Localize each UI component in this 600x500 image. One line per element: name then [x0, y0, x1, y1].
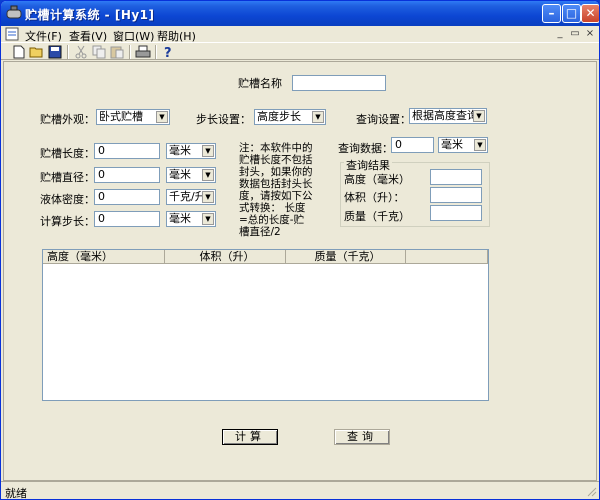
density-unit-value: 千克/升 — [169, 190, 206, 203]
result-table[interactable]: 高度（毫米） 体积（升） 质量（千克） — [42, 249, 489, 401]
step-unit-select[interactable]: 毫米 ▼ — [166, 211, 216, 227]
mdi-close-button[interactable]: × — [583, 28, 597, 40]
step-input[interactable]: 0 — [94, 211, 160, 227]
step-label: 计算步长： — [40, 215, 95, 228]
mdi-restore-button[interactable]: ▭ — [568, 28, 582, 40]
query-data-input[interactable]: 0 — [391, 137, 434, 153]
density-label: 液体密度： — [40, 193, 95, 206]
diameter-unit-select[interactable]: 毫米 ▼ — [166, 167, 216, 183]
density-unit-select[interactable]: 千克/升 ▼ — [166, 189, 216, 205]
query-data-unit-value: 毫米 — [441, 138, 463, 151]
appearance-label: 贮槽外观： — [40, 113, 95, 126]
length-unit-value: 毫米 — [169, 144, 191, 157]
minimize-button[interactable]: – — [542, 4, 561, 23]
chevron-down-icon: ▼ — [202, 145, 214, 157]
tank-app-icon — [6, 5, 22, 19]
query-setting-select-value: 根据高度查询 — [412, 109, 478, 122]
step-setting-select[interactable]: 高度步长 ▼ — [254, 109, 326, 125]
tank-name-label: 贮槽名称 — [238, 77, 282, 90]
length-label: 贮槽长度： — [40, 147, 95, 160]
step-setting-select-value: 高度步长 — [257, 110, 301, 123]
cut-icon[interactable] — [73, 45, 89, 59]
step-setting-label: 步长设置： — [196, 113, 251, 126]
calculate-button[interactable]: 计算 — [222, 429, 278, 445]
chevron-down-icon: ▼ — [156, 111, 168, 123]
column-header-filler — [406, 250, 488, 264]
save-icon[interactable] — [47, 45, 63, 59]
query-data-label: 查询数据： — [338, 142, 393, 155]
appearance-select-value: 卧式贮槽 — [99, 110, 143, 123]
menu-bar: 文件(F) 查看(V) 窗口(W) 帮助(H) _ ▭ × — [1, 26, 599, 43]
chevron-down-icon: ▼ — [473, 110, 485, 122]
close-button[interactable]: ✕ — [581, 4, 599, 23]
result-volume-label: 体积（升）： — [344, 191, 405, 204]
maximize-button[interactable]: □ — [562, 4, 581, 23]
chevron-down-icon: ▼ — [312, 111, 324, 123]
result-mass-field[interactable] — [430, 205, 482, 221]
toolbar-separator — [129, 45, 131, 59]
help-icon[interactable]: ? — [160, 45, 176, 59]
chevron-down-icon: ▼ — [474, 139, 486, 151]
window-title: 贮槽计算系统 - [Hy1] — [25, 8, 155, 22]
mdi-minimize-button[interactable]: _ — [553, 28, 567, 40]
svg-text:?: ? — [164, 46, 172, 59]
appearance-select[interactable]: 卧式贮槽 ▼ — [96, 109, 170, 125]
resize-grip-icon[interactable] — [587, 487, 597, 497]
step-unit-value: 毫米 — [169, 212, 191, 225]
chevron-down-icon: ▼ — [202, 213, 214, 225]
query-setting-select[interactable]: 根据高度查询 ▼ — [409, 108, 487, 124]
tank-name-input[interactable] — [292, 75, 386, 91]
diameter-unit-value: 毫米 — [169, 168, 191, 181]
length-conversion-note: 注：本软件中的贮槽长度不包括封头，如果你的数据包括封头长度，请按如下公式转换： … — [239, 142, 313, 238]
form-area: 贮槽名称 贮槽外观： 卧式贮槽 ▼ 步长设置： 高度步长 ▼ 查询设置： 根据高… — [3, 61, 597, 481]
result-volume-field[interactable] — [430, 187, 482, 203]
density-input[interactable]: 0 — [94, 189, 160, 205]
status-text: 就绪 — [5, 487, 27, 500]
result-mass-label: 质量（千克） — [344, 210, 410, 223]
length-input[interactable]: 0 — [94, 143, 160, 159]
open-icon[interactable] — [29, 45, 45, 59]
column-header-mass[interactable]: 质量（千克） — [286, 250, 406, 264]
chevron-down-icon: ▼ — [202, 191, 214, 203]
document-icon[interactable] — [5, 27, 19, 41]
toolbar-separator — [155, 45, 157, 59]
query-button[interactable]: 查询 — [334, 429, 390, 445]
copy-icon[interactable] — [91, 45, 107, 59]
diameter-input[interactable]: 0 — [94, 167, 160, 183]
print-icon[interactable] — [135, 45, 151, 59]
length-unit-select[interactable]: 毫米 ▼ — [166, 143, 216, 159]
toolbar: ? — [1, 42, 599, 60]
diameter-label: 贮槽直径： — [40, 171, 95, 184]
query-setting-label: 查询设置： — [356, 113, 411, 126]
result-height-label: 高度（毫米） — [344, 173, 410, 186]
column-header-height[interactable]: 高度（毫米） — [43, 250, 165, 264]
result-height-field[interactable] — [430, 169, 482, 185]
chevron-down-icon: ▼ — [202, 169, 214, 181]
paste-icon[interactable] — [109, 45, 125, 59]
title-bar[interactable]: 贮槽计算系统 - [Hy1] – □ ✕ — [1, 1, 599, 26]
new-icon[interactable] — [11, 45, 27, 59]
app-window: 贮槽计算系统 - [Hy1] – □ ✕ 文件(F) 查看(V) 窗口(W) 帮… — [0, 0, 600, 500]
status-bar: 就绪 — [1, 481, 599, 499]
query-data-unit-select[interactable]: 毫米 ▼ — [438, 137, 488, 153]
column-header-volume[interactable]: 体积（升） — [165, 250, 286, 264]
toolbar-separator — [67, 45, 69, 59]
